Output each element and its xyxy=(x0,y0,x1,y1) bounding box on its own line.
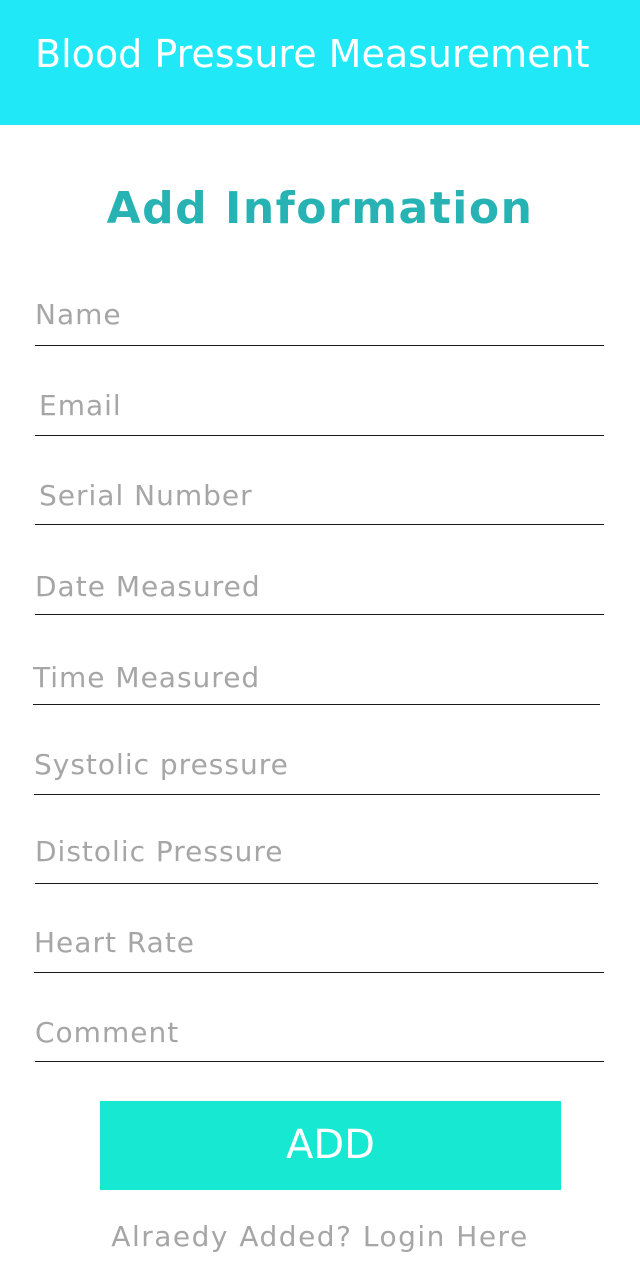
comment-input[interactable] xyxy=(35,1004,604,1062)
comment-field xyxy=(35,1004,604,1062)
name-input[interactable] xyxy=(35,283,604,346)
app-title: Blood Pressure Measurement xyxy=(35,32,590,76)
time-measured-input[interactable] xyxy=(33,650,600,705)
date-measured-field xyxy=(35,558,604,615)
app-bar: Blood Pressure Measurement xyxy=(0,0,640,125)
diastolic-pressure-input[interactable] xyxy=(35,820,598,884)
form-heading: Add Information xyxy=(106,183,534,234)
email-input[interactable] xyxy=(35,375,604,436)
serial-number-input[interactable] xyxy=(35,467,604,525)
add-information-screen: Blood Pressure Measurement Add Informati… xyxy=(0,0,640,1280)
login-link[interactable]: Alraedy Added? Login Here xyxy=(0,1217,640,1257)
heart-rate-input[interactable] xyxy=(34,912,604,973)
systolic-pressure-field xyxy=(34,735,600,795)
systolic-pressure-input[interactable] xyxy=(34,735,600,795)
date-measured-input[interactable] xyxy=(35,558,604,615)
add-button[interactable]: ADD xyxy=(100,1101,561,1190)
name-field xyxy=(35,283,604,346)
serial-number-field xyxy=(35,467,604,525)
email-field xyxy=(35,375,604,436)
time-measured-field xyxy=(33,650,600,705)
diastolic-pressure-field xyxy=(35,820,598,884)
heart-rate-field xyxy=(34,912,604,973)
